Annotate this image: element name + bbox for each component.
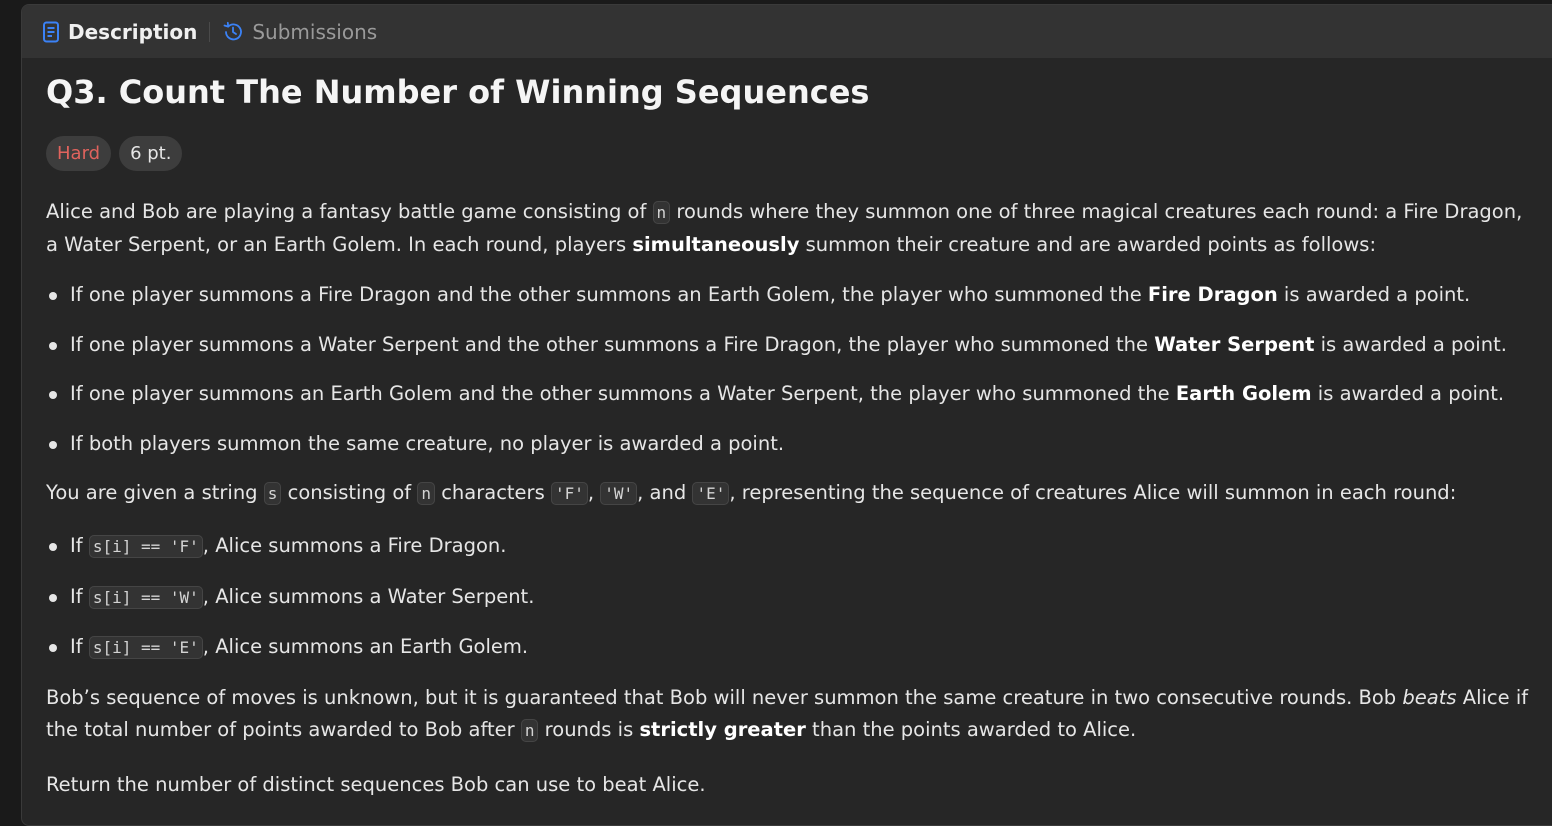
tab-description-label: Description: [68, 19, 198, 44]
problem-panel: Description Submissions Q3. Count The Nu…: [21, 4, 1552, 826]
inline-code: n: [520, 718, 539, 742]
rules-list: If one player summons a Fire Dragon and …: [46, 279, 1536, 460]
tab-submissions[interactable]: Submissions: [210, 5, 377, 58]
intro-paragraph: Alice and Bob are playing a fantasy batt…: [46, 200, 1523, 256]
list-item: If one player summons an Earth Golem and…: [49, 378, 1536, 410]
difficulty-badge: Hard: [46, 136, 112, 171]
points-badge: 6 pt.: [119, 136, 183, 171]
list-item: If s[i] == 'F', Alice summons a Fire Dra…: [49, 530, 1536, 563]
inline-code: s[i] == 'E': [88, 636, 203, 659]
inline-code: n: [417, 482, 435, 505]
inline-code: 'W': [600, 482, 638, 505]
mapping-list: If s[i] == 'F', Alice summons a Fire Dra…: [46, 530, 1536, 664]
inline-code: n: [652, 201, 671, 224]
input-paragraph: You are given a string s consisting of n…: [46, 481, 1457, 505]
list-item: If one player summons a Water Serpent an…: [49, 329, 1536, 361]
list-item: If s[i] == 'W', Alice summons a Water Se…: [49, 581, 1536, 614]
list-item: If s[i] == 'E', Alice summons an Earth G…: [49, 631, 1536, 664]
tab-description[interactable]: Description: [22, 5, 209, 58]
problem-description: Q3. Count The Number of Winning Sequence…: [46, 58, 1536, 801]
return-paragraph: Return the number of distinct sequences …: [46, 772, 706, 796]
inline-code: 'E': [692, 482, 730, 505]
tab-bar: Description Submissions: [22, 5, 1552, 58]
list-item: If both players summon the same creature…: [49, 428, 1536, 460]
app-frame: Description Submissions Q3. Count The Nu…: [0, 0, 1552, 826]
problem-title: Q3. Count The Number of Winning Sequence…: [46, 73, 870, 111]
bob-paragraph: Bob’s sequence of moves is unknown, but …: [46, 685, 1529, 742]
tab-submissions-label: Submissions: [252, 19, 378, 44]
badge-row: Hard 6 pt.: [46, 136, 1536, 171]
list-item: If one player summons a Fire Dragon and …: [49, 279, 1536, 311]
inline-code: s[i] == 'F': [88, 535, 203, 558]
history-clock-icon: [222, 21, 244, 43]
inline-code: s[i] == 'W': [88, 585, 203, 609]
document-icon: [42, 21, 60, 43]
inline-code: 'F': [550, 482, 588, 505]
inline-code: s: [263, 482, 282, 505]
